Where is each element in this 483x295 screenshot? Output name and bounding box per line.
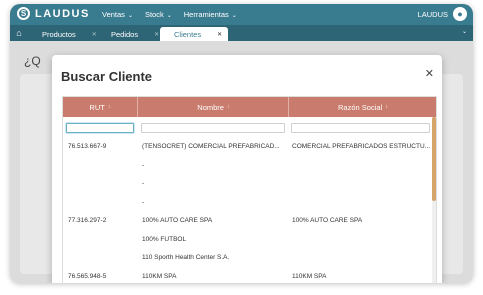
close-icon[interactable]: ✕ (425, 67, 434, 80)
close-tab-icon[interactable]: ✕ (154, 31, 159, 38)
main-menu: Ventas ⌄ Stock ⌄ Herramientas ⌄ (102, 10, 237, 19)
scrollbar-thumb[interactable] (432, 117, 436, 201)
sort-icon: ↕ (226, 104, 230, 110)
cell-rut: 76.513.667-9 (68, 143, 107, 150)
chevron-down-icon: ⌄ (166, 13, 172, 19)
table-row[interactable]: 76.513.667-9 (TENSOCRET) COMERCIAL PREFA… (63, 137, 436, 156)
table-row[interactable]: 77.316.297-2 100% AUTO CARE SPA 100% AUT… (63, 211, 436, 230)
page-title: ¿Q (24, 54, 41, 68)
chevron-down-icon: ⌄ (127, 13, 133, 19)
column-header-label: Razón Social (338, 102, 383, 112)
cell-nombre: 100% FUTBOL (142, 235, 187, 243)
home-icon[interactable]: ⌂ (14, 27, 24, 39)
table-row[interactable]: 76.565.948-5 110KM SPA 110KM SPA (63, 267, 436, 284)
table-row[interactable]: - (63, 193, 436, 212)
column-header-rut[interactable]: RUT ↕ (63, 97, 137, 117)
tab-productos-label: Productos (42, 29, 76, 39)
menu-herramientas-label: Herramientas (183, 10, 229, 19)
filter-row (63, 117, 436, 137)
cell-nombre: - (142, 198, 145, 206)
laudus-logo[interactable]: S LAUDUS (17, 7, 90, 20)
modal-title: Buscar Cliente (61, 69, 153, 84)
clients-grid: RUT ↕ Nombre ↕ Razón Social ↕ 76.513.667-9 … (62, 96, 437, 283)
chevron-down-icon: ⌄ (231, 13, 237, 19)
tab-bar: ⌂ Productos ✕ Pedidos ✕ Clientes ✕ ⌄ (10, 25, 473, 41)
close-tab-icon[interactable]: ✕ (217, 31, 222, 38)
cell-nombre: 110 Sporth Health Center S.A. (142, 254, 230, 261)
column-header-nombre[interactable]: Nombre ↕ (137, 97, 289, 117)
tab-pedidos-label: Pedidos (111, 29, 139, 39)
sort-icon: ↕ (385, 104, 388, 110)
cell-nombre: 110KM SPA (142, 272, 177, 280)
close-tab-icon[interactable]: ✕ (92, 31, 97, 38)
user-menu[interactable]: LAUDUS ● (418, 7, 467, 21)
tab-clientes-label: Clientes (174, 29, 202, 39)
table-row[interactable]: 110 Sporth Health Center S.A. (63, 248, 436, 267)
menu-ventas[interactable]: Ventas ⌄ (102, 10, 133, 19)
top-navbar: S LAUDUS Ventas ⌄ Stock ⌄ Herramientas ⌄ LA… (10, 4, 473, 25)
column-header-label: RUT (89, 102, 105, 112)
rut-filter-input[interactable] (66, 123, 134, 133)
cell-rut: 77.316.297-2 (68, 217, 107, 224)
table-row[interactable]: - (63, 174, 436, 193)
tab-productos[interactable]: Productos ✕ (42, 27, 97, 41)
cell-razon-social: COMERCIAL PREFABRICADOS ESTRUCTU... (292, 143, 431, 150)
tab-pedidos[interactable]: Pedidos ✕ (111, 27, 159, 41)
grid-rows: 76.513.667-9 (TENSOCRET) COMERCIAL PREFA… (63, 137, 436, 283)
column-header-razon-social[interactable]: Razón Social ↕ (288, 97, 436, 117)
sort-icon: ↕ (107, 104, 111, 110)
user-name: LAUDUS (417, 9, 448, 19)
tab-clientes[interactable]: Clientes ✕ (160, 27, 229, 41)
cell-nombre: - (142, 180, 145, 187)
menu-ventas-label: Ventas (102, 10, 125, 19)
grid-header: RUT ↕ Nombre ↕ Razón Social ↕ (63, 97, 436, 117)
cell-razon-social: 100% AUTO CARE SPA (292, 217, 363, 224)
nombre-filter-input[interactable] (141, 123, 285, 133)
cell-nombre: (TENSOCRET) COMERCIAL PREFABRICAD... (142, 143, 280, 150)
cell-razon-social: 110KM SPA (292, 272, 327, 280)
razon-social-filter-input[interactable] (291, 123, 430, 133)
menu-herramientas[interactable]: Herramientas ⌄ (184, 10, 237, 19)
menu-stock-label: Stock (144, 10, 164, 19)
logo-mark-icon: S (17, 7, 30, 20)
cell-rut: 76.565.948-5 (68, 272, 107, 280)
logo-text: LAUDUS (35, 7, 90, 20)
cell-nombre: - (142, 161, 145, 169)
table-row[interactable]: - (63, 156, 436, 175)
app-window: S LAUDUS Ventas ⌄ Stock ⌄ Herramientas ⌄ LA… (10, 4, 473, 283)
vertical-scrollbar[interactable] (432, 117, 436, 283)
menu-stock[interactable]: Stock ⌄ (145, 10, 172, 19)
user-avatar-icon: ● (453, 7, 467, 21)
table-row[interactable]: 100% FUTBOL (63, 230, 436, 249)
column-header-label: Nombre (197, 102, 224, 112)
cell-nombre: 100% AUTO CARE SPA (142, 217, 213, 224)
chevron-down-icon[interactable]: ⌄ (462, 28, 467, 35)
buscar-cliente-modal: Buscar Cliente ✕ RUT ↕ Nombre ↕ Razón Soci… (52, 55, 442, 283)
